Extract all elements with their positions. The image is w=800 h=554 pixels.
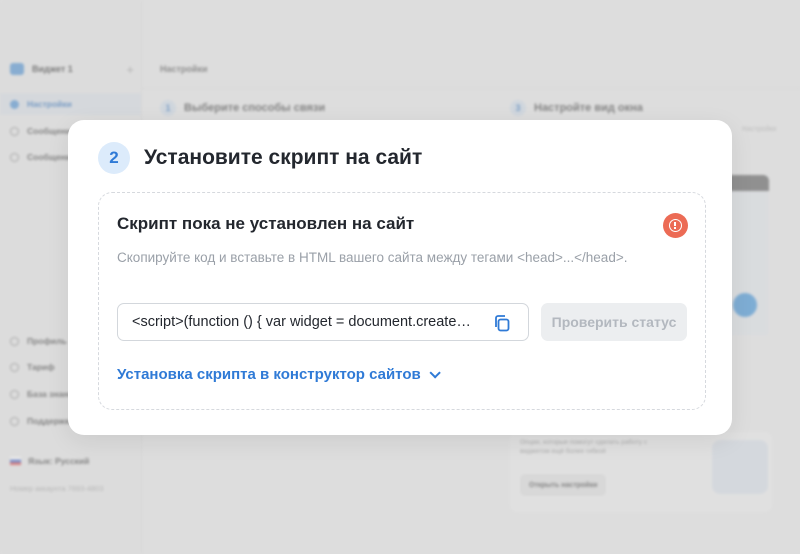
install-script-modal: 2 Установите скрипт на сайт Скрипт пока … <box>68 120 732 435</box>
chevron-down-icon <box>429 366 441 379</box>
copy-icon[interactable] <box>494 315 510 332</box>
alert-circle-icon <box>663 213 688 238</box>
install-link-label: Установка скрипта в конструктор сайтов <box>117 366 421 383</box>
script-code-text: <script>(function () { var widget = docu… <box>132 314 472 330</box>
panel-title: Скрипт пока не установлен на сайт <box>117 214 415 233</box>
modal-title: Установите скрипт на сайт <box>144 146 423 169</box>
panel-description: Скопируйте код и вставьте в HTML вашего … <box>117 250 628 265</box>
modal-header: 2 Установите скрипт на сайт <box>98 142 422 174</box>
check-status-button[interactable]: Проверить статус <box>541 303 687 341</box>
step-number-badge: 2 <box>98 142 130 174</box>
script-status-panel: Скрипт пока не установлен на сайт Скопир… <box>98 192 706 410</box>
script-code-field[interactable]: <script>(function () { var widget = docu… <box>117 303 529 341</box>
site-builder-install-link[interactable]: Установка скрипта в конструктор сайтов <box>117 366 441 383</box>
